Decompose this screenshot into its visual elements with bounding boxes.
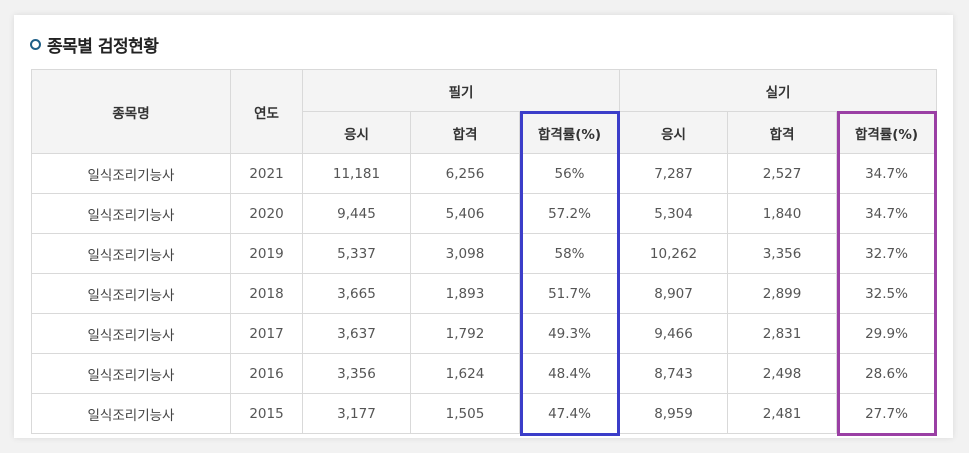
cell-written-applicants: 3,665 [302, 273, 411, 314]
cell-practical-passed: 2,899 [727, 273, 838, 314]
table-row: 일식조리기능사 2015 3,177 1,505 47.4% 8,959 2,481 27.7… [31, 393, 938, 434]
cell-written-applicants: 3,637 [302, 313, 411, 354]
cell-name: 일식조리기능사 [31, 153, 231, 194]
table-row: 일식조리기능사 2016 3,356 1,624 48.4% 8,743 2,498 28.6… [31, 353, 938, 394]
stats-table: 종목명 연도 필기 실기 응시 합격 합격률(%) 응시 합격 합격률(%) 일… [31, 69, 938, 434]
section-title: 종목별 검정현황 [47, 36, 159, 57]
header-practical-applicants: 응시 [619, 111, 729, 154]
cell-written-passed: 1,893 [410, 273, 520, 314]
cell-written-passed: 1,505 [410, 393, 520, 434]
cell-name: 일식조리기능사 [31, 273, 231, 314]
cell-year: 2018 [230, 273, 303, 314]
cell-practical-pass-rate: 34.7% [836, 153, 938, 194]
cell-written-pass-rate: 58% [518, 233, 621, 274]
bullet-icon [30, 38, 41, 50]
cell-year: 2019 [230, 233, 303, 274]
cell-written-pass-rate: 48.4% [518, 353, 621, 394]
table-row: 일식조리기능사 2019 5,337 3,098 58% 10,262 3,356 32.7% [31, 233, 938, 274]
cell-written-pass-rate: 51.7% [518, 273, 621, 314]
cell-written-passed: 1,624 [410, 353, 520, 394]
cell-practical-pass-rate: 32.7% [836, 233, 938, 274]
cell-practical-applicants: 8,907 [619, 273, 729, 314]
cell-practical-pass-rate: 32.5% [836, 273, 938, 314]
cell-written-pass-rate: 49.3% [518, 313, 621, 354]
cell-practical-pass-rate: 34.7% [836, 193, 938, 234]
header-year: 연도 [230, 69, 303, 154]
table-row: 일식조리기능사 2018 3,665 1,893 51.7% 8,907 2,899 32.5… [31, 273, 938, 314]
header-practical: 실기 [619, 69, 938, 112]
section-header: 종목별 검정현황 [30, 32, 159, 57]
table-row: 일식조리기능사 2021 11,181 6,256 56% 7,287 2,527 34.7% [31, 153, 938, 194]
cell-practical-applicants: 9,466 [619, 313, 729, 354]
header-name: 종목명 [31, 69, 231, 154]
cell-year: 2020 [230, 193, 303, 234]
table-body: 일식조리기능사 2021 11,181 6,256 56% 7,287 2,527 34.7%… [31, 153, 938, 434]
cell-practical-pass-rate: 29.9% [836, 313, 938, 354]
cell-name: 일식조리기능사 [31, 233, 231, 274]
cell-year: 2021 [230, 153, 303, 194]
cell-name: 일식조리기능사 [31, 313, 231, 354]
header-practical-passed: 합격 [727, 111, 838, 154]
cell-year: 2015 [230, 393, 303, 434]
cell-practical-passed: 2,527 [727, 153, 838, 194]
cell-practical-passed: 2,498 [727, 353, 838, 394]
header-practical-pass-rate: 합격률(%) [836, 111, 938, 154]
cell-practical-pass-rate: 28.6% [836, 353, 938, 394]
header-written-passed: 합격 [410, 111, 520, 154]
cell-practical-applicants: 10,262 [619, 233, 729, 274]
cell-written-passed: 1,792 [410, 313, 520, 354]
table-row: 일식조리기능사 2017 3,637 1,792 49.3% 9,466 2,831 29.9… [31, 313, 938, 354]
cell-practical-passed: 1,840 [727, 193, 838, 234]
cell-practical-applicants: 8,743 [619, 353, 729, 394]
cell-practical-pass-rate: 27.7% [836, 393, 938, 434]
cell-written-passed: 6,256 [410, 153, 520, 194]
cell-name: 일식조리기능사 [31, 393, 231, 434]
cell-written-passed: 3,098 [410, 233, 520, 274]
cell-written-applicants: 11,181 [302, 153, 411, 194]
header-written-applicants: 응시 [302, 111, 411, 154]
cell-practical-applicants: 8,959 [619, 393, 729, 434]
cell-practical-passed: 3,356 [727, 233, 838, 274]
cell-written-pass-rate: 56% [518, 153, 621, 194]
cell-practical-passed: 2,481 [727, 393, 838, 434]
header-written-pass-rate: 합격률(%) [518, 111, 621, 154]
cell-name: 일식조리기능사 [31, 353, 231, 394]
cell-written-pass-rate: 57.2% [518, 193, 621, 234]
cell-written-applicants: 3,356 [302, 353, 411, 394]
cell-written-applicants: 9,445 [302, 193, 411, 234]
cell-year: 2016 [230, 353, 303, 394]
cell-year: 2017 [230, 313, 303, 354]
table-row: 일식조리기능사 2020 9,445 5,406 57.2% 5,304 1,840 34.7… [31, 193, 938, 234]
cell-written-passed: 5,406 [410, 193, 520, 234]
cell-name: 일식조리기능사 [31, 193, 231, 234]
cell-written-pass-rate: 47.4% [518, 393, 621, 434]
header-written: 필기 [301, 69, 621, 112]
cell-practical-passed: 2,831 [727, 313, 838, 354]
cell-written-applicants: 3,177 [302, 393, 411, 434]
cell-practical-applicants: 7,287 [619, 153, 729, 194]
stats-card: 종목별 검정현황 종목명 연도 필기 실기 응시 합격 합격률(%) 응시 합격… [14, 15, 953, 438]
cell-written-applicants: 5,337 [302, 233, 411, 274]
cell-practical-applicants: 5,304 [619, 193, 729, 234]
